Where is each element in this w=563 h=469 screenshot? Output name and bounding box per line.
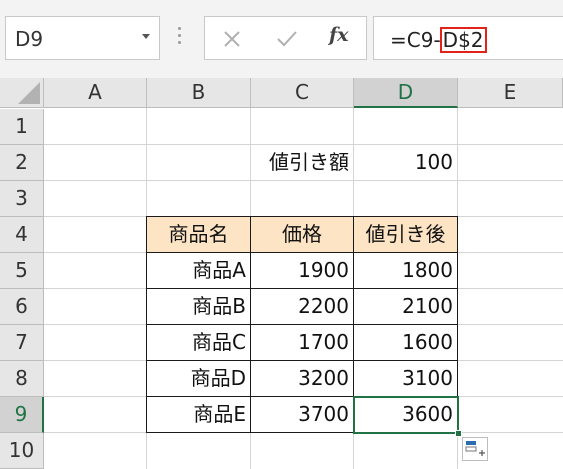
row-header-6[interactable]: 6 [0,289,44,325]
formula-input[interactable]: =C9- D$2 [373,16,563,60]
cell-d2[interactable]: 100 [354,145,457,180]
column-header-e[interactable]: E [458,78,563,108]
insert-function-button[interactable]: fx [329,24,349,46]
drag-handle-icon[interactable] [178,27,182,47]
row-header-3[interactable]: 3 [0,181,44,217]
table-cell-price[interactable]: 1700 [251,325,353,360]
row-header-2[interactable]: 2 [0,145,44,181]
active-cell-border [353,396,459,434]
table-cell-price[interactable]: 2200 [251,289,353,324]
row-header-4[interactable]: 4 [0,217,44,253]
table-cell-discounted[interactable]: 1800 [354,253,457,288]
table-cell-price[interactable]: 1900 [251,253,353,288]
row-header-9[interactable]: 9 [0,397,44,433]
name-box-value: D9 [15,27,44,51]
quick-analysis-icon [465,441,485,456]
formula-reference-highlight: D$2 [439,27,487,53]
chevron-down-icon[interactable] [142,34,150,39]
table-cell-product[interactable]: 商品B [147,289,250,324]
cancel-button[interactable] [217,25,247,53]
formula-bar: D9 fx =C9- D$2 [0,0,563,78]
formula-buttons: fx [204,16,367,60]
name-box[interactable]: D9 [5,16,160,60]
table-cell-product[interactable]: 商品E [147,397,250,432]
column-header-c[interactable]: C [251,78,354,108]
enter-button[interactable] [271,25,301,53]
table-cell-discounted[interactable]: 1600 [354,325,457,360]
table-cell-product[interactable]: 商品C [147,325,250,360]
row-header-8[interactable]: 8 [0,361,44,397]
table-cell-discounted[interactable]: 3100 [354,361,457,396]
select-all-button[interactable] [0,78,44,108]
table-header-price[interactable]: 価格 [251,217,353,252]
table-cell-product[interactable]: 商品D [147,361,250,396]
spreadsheet-grid[interactable]: A B C D E 1 2 3 4 5 6 7 8 9 10 値引き額 100 … [0,78,563,469]
cell-c2[interactable]: 値引き額 [251,145,353,180]
table-cell-price[interactable]: 3700 [251,397,353,432]
check-icon [277,31,297,47]
row-header-7[interactable]: 7 [0,325,44,361]
table-cell-price[interactable]: 3200 [251,361,353,396]
row-header-10[interactable]: 10 [0,433,44,469]
fill-handle[interactable] [455,430,462,437]
column-header-a[interactable]: A [44,78,147,108]
table-cell-product[interactable]: 商品A [147,253,250,288]
column-header-d[interactable]: D [354,78,458,108]
column-header-b[interactable]: B [147,78,251,108]
formula-text: =C9- D$2 [390,27,487,53]
row-header-5[interactable]: 5 [0,253,44,289]
close-icon [224,31,240,47]
formula-prefix: =C9- [390,28,441,52]
quick-analysis-button[interactable] [462,437,488,461]
row-header-1[interactable]: 1 [0,109,44,145]
table-header-product[interactable]: 商品名 [147,217,250,252]
table-cell-discounted[interactable]: 2100 [354,289,457,324]
table-header-discounted[interactable]: 値引き後 [354,217,457,252]
